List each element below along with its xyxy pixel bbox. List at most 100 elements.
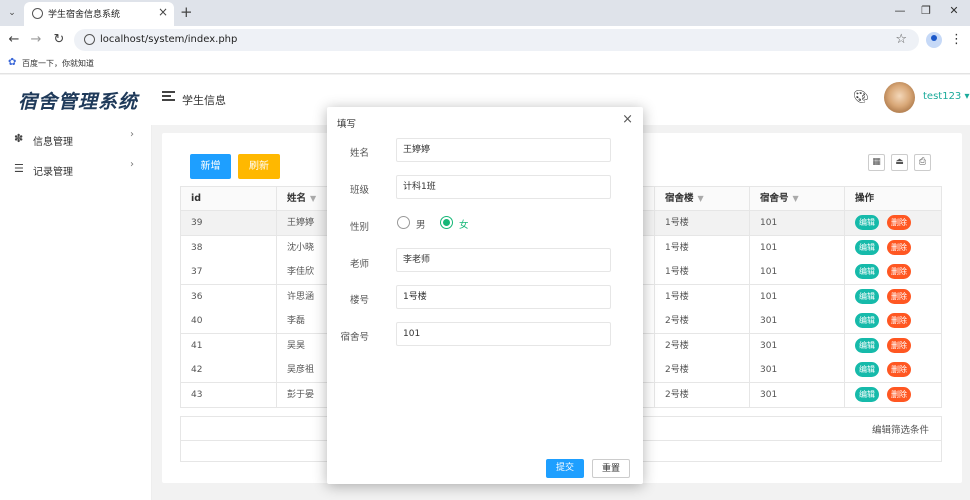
delete-button[interactable]: 删除 [887, 337, 911, 353]
sidebar-item-records[interactable]: ☰ 记录管理 › [0, 155, 152, 185]
cell-building: 1号楼 [654, 284, 749, 309]
logo: 宿舍管理系统 [18, 91, 139, 113]
delete-button[interactable]: 删除 [887, 239, 911, 255]
username: test123 [923, 91, 962, 102]
cell-actions: 编辑 删除 [844, 382, 943, 407]
cell-id: 41 [191, 340, 203, 351]
column-header-building[interactable]: 宿舍楼 ▼ [654, 187, 749, 211]
edit-button[interactable]: 编辑 [855, 362, 879, 377]
gender-female-label[interactable]: 女 [459, 217, 469, 231]
edit-button[interactable]: 编辑 [855, 288, 879, 304]
cell-actions: 编辑 删除 [844, 358, 943, 382]
cell-building: 2号楼 [654, 309, 749, 333]
avatar[interactable] [884, 82, 915, 113]
chevron-right-icon: › [130, 129, 134, 140]
paw-icon: ✿ [8, 57, 17, 68]
reload-icon[interactable]: ↻ [51, 32, 67, 47]
window-close-icon[interactable]: ✕ [946, 4, 962, 17]
refresh-button[interactable]: 刷新 [238, 154, 280, 179]
bookmarks-bar: ✿ 百度一下，你就知道 [0, 54, 970, 74]
edit-filter-link[interactable]: 编辑筛选条件 [872, 422, 929, 436]
add-button[interactable]: 新增 [190, 154, 231, 179]
delete-button[interactable]: 删除 [887, 264, 911, 279]
room-field[interactable]: 101 [396, 322, 611, 346]
print-icon[interactable]: ⎙ [914, 154, 931, 171]
cell-room: 101 [749, 235, 844, 260]
column-header-id: id [191, 193, 202, 204]
delete-button[interactable]: 删除 [887, 386, 911, 402]
browser-menu-icon[interactable]: ⋮ [950, 32, 963, 47]
sidebar: ✽ 信息管理 › ☰ 记录管理 › [0, 125, 152, 500]
edit-button[interactable]: 编辑 [855, 239, 879, 255]
sidebar-item-info[interactable]: ✽ 信息管理 › [0, 125, 152, 155]
column-header-room[interactable]: 宿舍号 ▼ [749, 187, 844, 211]
palette-icon[interactable]: 🎨︎ [853, 90, 870, 105]
submit-button[interactable]: 提交 [546, 459, 584, 478]
cell-id: 38 [191, 242, 203, 253]
minimize-icon[interactable]: — [892, 4, 908, 17]
cell-id: 36 [191, 291, 203, 302]
cell-id: 43 [191, 389, 203, 400]
export-icon[interactable]: ⏏ [891, 154, 908, 171]
delete-button[interactable]: 删除 [887, 362, 911, 377]
gender-male-label[interactable]: 男 [416, 217, 426, 231]
cell-room: 301 [749, 309, 844, 333]
cell-building: 2号楼 [654, 358, 749, 382]
columns-icon[interactable]: ▦ [868, 154, 885, 171]
edit-button[interactable]: 编辑 [855, 386, 879, 402]
delete-button[interactable]: 删除 [887, 288, 911, 304]
delete-button[interactable]: 删除 [887, 313, 911, 328]
class-field[interactable]: 计科1班 [396, 175, 611, 199]
delete-button[interactable]: 删除 [887, 215, 911, 230]
tab-close-icon[interactable]: × [158, 5, 168, 19]
site-info-icon[interactable] [84, 34, 95, 45]
user-menu[interactable]: test123 ▾ [923, 91, 970, 102]
building-field[interactable]: 1号楼 [396, 285, 611, 309]
forward-arrow-icon[interactable]: → [28, 32, 44, 47]
name-label: 姓名 [349, 148, 369, 159]
cell-room: 301 [749, 358, 844, 382]
filter-icon[interactable]: ▼ [793, 194, 799, 203]
bookmark-star-icon[interactable]: ☆ [895, 32, 907, 47]
url-field[interactable]: localhost/system/index.php ☆ [74, 29, 919, 51]
profile-icon[interactable] [926, 32, 942, 48]
edit-button[interactable]: 编辑 [855, 313, 879, 328]
tab-search-chevron-icon[interactable]: ⌄ [4, 5, 20, 21]
url-text[interactable]: localhost/system/index.php [100, 34, 237, 45]
filter-icon[interactable]: ▼ [310, 194, 316, 203]
name-field[interactable]: 王婷婷 [396, 138, 611, 162]
sidebar-item-label: 信息管理 [33, 137, 73, 148]
edit-button[interactable]: 编辑 [855, 215, 879, 230]
filter-icon[interactable]: ▼ [698, 194, 704, 203]
room-label: 宿舍号 [340, 332, 369, 343]
chevron-right-icon: › [130, 159, 134, 170]
globe-icon [32, 8, 43, 19]
edit-button[interactable]: 编辑 [855, 337, 879, 353]
cell-actions: 编辑 删除 [844, 333, 943, 358]
close-icon[interactable]: × [622, 112, 633, 127]
building-label: 楼号 [349, 295, 369, 306]
reset-button[interactable]: 重置 [592, 459, 630, 478]
restore-icon[interactable]: ❐ [918, 4, 934, 17]
column-header-actions: 操作 [844, 187, 943, 211]
cell-building: 1号楼 [654, 235, 749, 260]
class-label: 班级 [349, 185, 369, 196]
gender-male-radio[interactable] [397, 216, 410, 229]
edit-button[interactable]: 编辑 [855, 264, 879, 279]
page-title: 学生信息 [182, 94, 226, 107]
dialog-title: 填写 [337, 119, 357, 130]
teacher-field[interactable]: 李老师 [396, 248, 611, 272]
browser-tab[interactable]: 学生宿舍信息系统 × [24, 2, 174, 26]
cell-building: 2号楼 [654, 382, 749, 407]
cell-building: 2号楼 [654, 333, 749, 358]
back-arrow-icon[interactable]: ← [6, 32, 22, 47]
cell-building: 1号楼 [654, 211, 749, 235]
cell-room: 101 [749, 260, 844, 284]
menu-toggle-icon[interactable] [162, 91, 175, 101]
bookmark-link[interactable]: 百度一下，你就知道 [22, 58, 94, 69]
gender-label: 性别 [349, 222, 369, 233]
cell-room: 301 [749, 382, 844, 407]
cell-id: 40 [191, 316, 203, 326]
gender-female-radio[interactable] [440, 216, 453, 229]
new-tab-icon[interactable]: + [180, 3, 193, 21]
